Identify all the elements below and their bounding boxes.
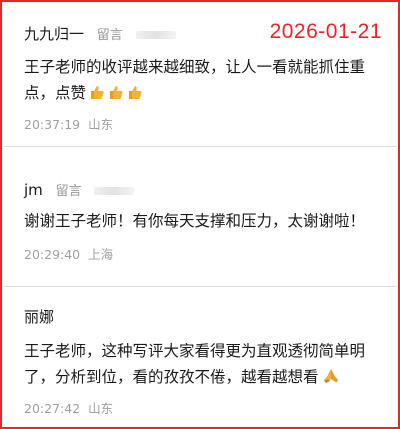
thumbs-up-icon [110, 86, 123, 99]
comment-divider [4, 146, 396, 147]
comment-text: 王子老师，这种写评大家看得更为直观透彻简单明了，分析到位，看的孜孜不倦，越看越想… [24, 342, 366, 386]
comment-location: 上海 [88, 247, 114, 262]
redacted-mark [94, 186, 135, 195]
comment-meta: 20:29:40 上海 [24, 244, 113, 263]
comment-body: 王子老师，这种写评大家看得更为直观透彻简单明了，分析到位，看的孜孜不倦，越看越想… [24, 338, 378, 390]
praying-hands-icon [323, 369, 338, 383]
comment-body: 谢谢王子老师！有你每天支撑和压力，太谢谢啦！ [24, 208, 378, 234]
comment-item: 丽娜 王子老师，这种写评大家看得更为直观透彻简单明了，分析到位，看的孜孜不倦，越… [4, 288, 396, 429]
thumbs-up-icon [91, 86, 104, 99]
comment-author[interactable]: 丽娜 [24, 308, 54, 326]
comment-tag: 留言 [96, 28, 123, 43]
comment-author[interactable]: jm [24, 181, 43, 199]
comment-time: 20:27:42 [24, 401, 81, 416]
comment-text: 王子老师的收评越来越细致，让人一看就能抓住重点，点赞 [24, 58, 366, 102]
comment-divider [4, 286, 396, 287]
comment-meta: 20:37:19 山东 [24, 114, 113, 133]
comment-header: jm 留言 [24, 180, 135, 199]
screenshot-frame: 2026-01-21 九九归一 留言 王子老师的收评越来越细致，让人一看就能抓住… [0, 0, 400, 429]
comment-tag: 留言 [55, 184, 82, 199]
redacted-mark [135, 30, 176, 39]
comment-text: 谢谢王子老师！有你每天支撑和压力，太谢谢啦！ [24, 212, 366, 230]
comment-header: 九九归一 留言 [24, 23, 176, 44]
comment-body: 王子老师的收评越来越细致，让人一看就能抓住重点，点赞 [24, 54, 378, 106]
comment-meta: 20:27:42 山东 [24, 398, 113, 417]
comment-location: 山东 [88, 117, 114, 132]
comment-time: 20:37:19 [24, 117, 81, 132]
comment-item: 九九归一 留言 王子老师的收评越来越细致，让人一看就能抓住重点，点赞 20:37… [4, 4, 396, 146]
comment-item: jm 留言 谢谢王子老师！有你每天支撑和压力，太谢谢啦！ 20:29:40 上海 [4, 148, 396, 286]
comment-time: 20:29:40 [24, 247, 81, 262]
thumbs-up-icon [129, 86, 142, 99]
comment-location: 山东 [88, 401, 114, 416]
comment-header: 丽娜 [24, 306, 54, 327]
comment-author[interactable]: 九九归一 [24, 25, 84, 43]
